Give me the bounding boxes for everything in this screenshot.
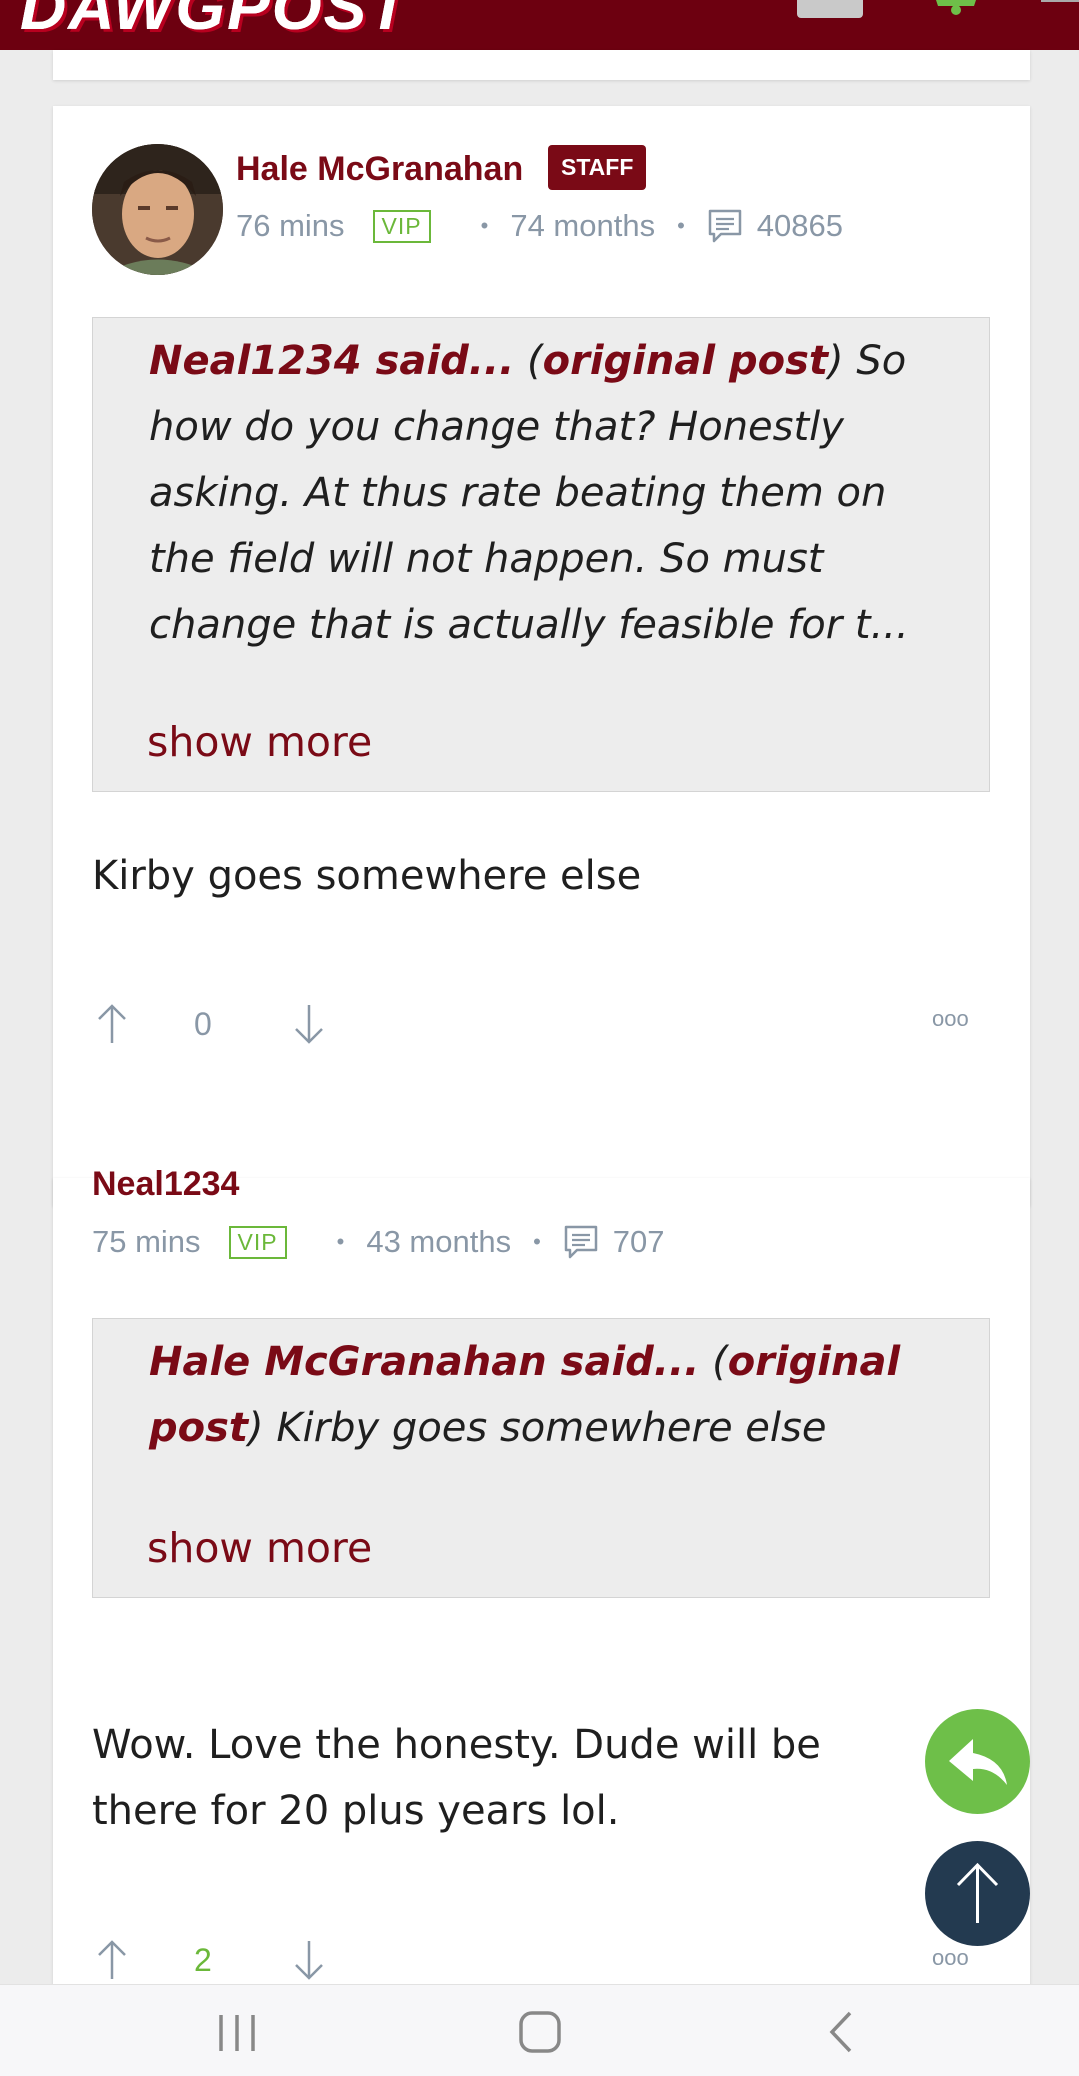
comment-author-name[interactable]: Neal1234 bbox=[92, 1165, 239, 1204]
quote-line: Neal1234 said... (original post) So bbox=[149, 328, 909, 394]
comment-author-name[interactable]: Hale McGranahan bbox=[236, 150, 523, 189]
vip-badge: VIP bbox=[372, 209, 431, 243]
comment-count-icon bbox=[708, 209, 742, 243]
home-icon[interactable] bbox=[517, 2009, 563, 2055]
previous-comment-card bbox=[53, 50, 1030, 80]
system-navigation-bar bbox=[0, 1984, 1079, 2076]
quoted-post: Neal1234 said... (original post) So how … bbox=[92, 317, 990, 792]
vote-count: 0 bbox=[194, 1006, 212, 1042]
comment-count-icon bbox=[564, 1225, 598, 1259]
member-duration: 74 months bbox=[510, 208, 656, 243]
vote-count: 2 bbox=[194, 1942, 212, 1978]
separator-dot: • bbox=[480, 213, 489, 238]
vip-badge: VIP bbox=[228, 1225, 287, 1259]
avatar[interactable] bbox=[92, 144, 223, 275]
quote-paren: ( bbox=[527, 338, 543, 384]
scroll-to-top-button[interactable] bbox=[925, 1841, 1030, 1946]
more-options-button[interactable]: ooo bbox=[932, 1945, 969, 1971]
comment-body-line: Wow. Love the honesty. Dude will be bbox=[92, 1722, 821, 1768]
quote-line: post) Kirby goes somewhere else bbox=[149, 1395, 900, 1461]
comment-card bbox=[53, 1178, 1030, 2038]
back-icon[interactable] bbox=[826, 2009, 856, 2055]
quote-fragment: ) Kirby goes somewhere else bbox=[248, 1405, 827, 1451]
arrow-up-icon bbox=[956, 1862, 999, 1923]
quote-fragment: So bbox=[856, 338, 907, 384]
member-duration: 43 months bbox=[366, 1224, 512, 1259]
original-post-link[interactable]: original post bbox=[543, 338, 828, 384]
notification-bell-icon[interactable] bbox=[930, 0, 982, 16]
separator-dot: • bbox=[336, 1229, 345, 1254]
reply-arrow-icon bbox=[949, 1739, 1007, 1785]
show-more-link[interactable]: show more bbox=[147, 1524, 372, 1572]
quote-line: Hale McGranahan said... (original bbox=[149, 1329, 900, 1395]
downvote-arrow-icon[interactable] bbox=[293, 1939, 325, 1981]
comment-body: Wow. Love the honesty. Dude will be ther… bbox=[92, 1712, 821, 1844]
quote-line: change that is actually feasible for t..… bbox=[149, 602, 909, 648]
top-header-bar: DAWGPOST bbox=[0, 0, 1079, 50]
quote-line: asking. At thus rate beating them on bbox=[149, 470, 887, 516]
user-avatar-icon[interactable] bbox=[797, 0, 863, 18]
comment-meta: 76 mins VIP • 74 months • 40865 bbox=[236, 208, 843, 244]
quoted-post: Hale McGranahan said... (original post) … bbox=[92, 1318, 990, 1598]
comment-time[interactable]: 76 mins bbox=[236, 208, 345, 244]
comment-meta: 75 mins VIP • 43 months • 707 bbox=[92, 1224, 665, 1260]
quote-line: the field will not happen. So must bbox=[149, 536, 824, 582]
comment-time[interactable]: 75 mins bbox=[92, 1224, 201, 1260]
staff-badge: STAFF bbox=[548, 145, 647, 190]
comment-body: Kirby goes somewhere else bbox=[92, 853, 642, 899]
quote-text: Neal1234 said... (original post) So how … bbox=[149, 328, 909, 658]
reply-button[interactable] bbox=[925, 1709, 1030, 1814]
menu-edge bbox=[1041, 0, 1079, 2]
separator-dot: • bbox=[533, 1229, 541, 1254]
upvote-arrow-icon[interactable] bbox=[96, 1939, 128, 1981]
post-count: 40865 bbox=[756, 208, 844, 243]
quote-author-link[interactable]: Hale McGranahan said... bbox=[149, 1339, 699, 1385]
original-post-link[interactable]: post bbox=[149, 1405, 248, 1451]
quote-text: Hale McGranahan said... (original post) … bbox=[149, 1329, 900, 1461]
original-post-link[interactable]: original bbox=[728, 1339, 900, 1385]
show-more-link[interactable]: show more bbox=[147, 718, 372, 766]
quote-paren: ) bbox=[828, 338, 844, 384]
recent-apps-icon[interactable] bbox=[215, 2011, 259, 2055]
more-options-button[interactable]: ooo bbox=[932, 1006, 969, 1032]
quote-paren: ( bbox=[712, 1339, 728, 1385]
post-count: 707 bbox=[612, 1224, 665, 1259]
quote-author-link[interactable]: Neal1234 said... bbox=[149, 338, 514, 384]
comment-body-line: there for 20 plus years lol. bbox=[92, 1788, 620, 1834]
downvote-arrow-icon[interactable] bbox=[293, 1003, 325, 1045]
separator-dot: • bbox=[677, 213, 685, 238]
quote-line: how do you change that? Honestly bbox=[149, 404, 844, 450]
site-logo[interactable]: DAWGPOST bbox=[20, 0, 409, 44]
upvote-arrow-icon[interactable] bbox=[96, 1003, 128, 1045]
